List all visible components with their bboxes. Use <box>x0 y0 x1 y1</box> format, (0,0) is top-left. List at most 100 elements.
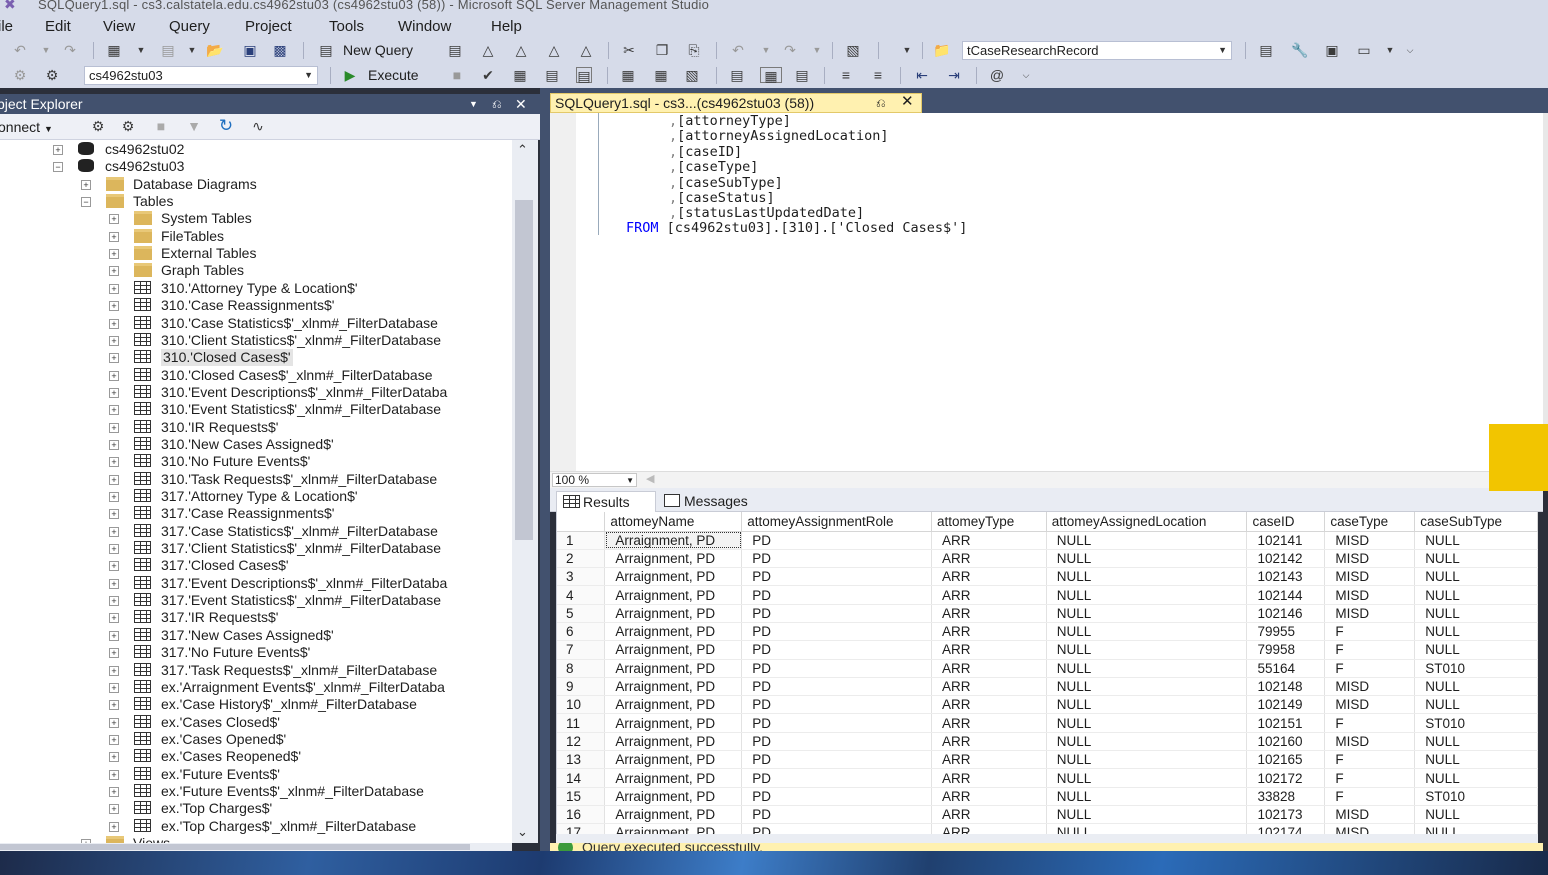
tree-node[interactable]: + ex.'Cases Reopened$' <box>0 748 512 765</box>
query-editor[interactable]: ,[attorneyType] ,[attorneyAssignedLocatio… <box>550 113 1543 471</box>
expand-icon[interactable]: + <box>109 752 119 763</box>
column-header[interactable]: caseType <box>1324 512 1416 532</box>
new-query-button[interactable]: New Query <box>343 42 413 58</box>
grid-cell[interactable]: NULL <box>1046 549 1248 569</box>
menu-project[interactable]: Project <box>245 18 292 35</box>
tree-node[interactable]: +317.'Event Descriptions$'_xlnm#_FilterD… <box>0 575 512 592</box>
grid-cell[interactable]: ST010 <box>1414 787 1538 806</box>
grid-cell[interactable]: 102141 <box>1246 531 1326 550</box>
expand-icon[interactable]: + <box>109 648 119 659</box>
grid-cell[interactable]: ARR <box>931 567 1047 587</box>
tree-node[interactable]: +317.'Task Requests$'_xlnm#_FilterDataba… <box>0 662 512 679</box>
grid-cell[interactable]: 102160 <box>1246 732 1326 752</box>
tree-node[interactable]: + Database Diagrams <box>0 176 512 193</box>
customize-toolbar-icon[interactable]: ⌵ <box>1018 67 1034 83</box>
grid-cell[interactable]: NULL <box>1046 531 1248 550</box>
grid-cell[interactable]: NULL <box>1414 823 1538 834</box>
tree-node[interactable]: +310.'New Cases Assigned$' <box>0 436 512 453</box>
tab-results[interactable]: Results <box>556 491 656 512</box>
expand-icon[interactable]: + <box>109 804 119 815</box>
column-header[interactable]: attomeyAssignedLocation <box>1046 512 1248 532</box>
grid-cell[interactable]: F <box>1324 768 1416 788</box>
new-query-icon[interactable]: ▤ <box>318 42 334 58</box>
decrease-indent-icon[interactable]: ⇤ <box>914 67 930 83</box>
open-file-icon[interactable]: 📂 <box>206 42 223 58</box>
expand-icon[interactable]: + <box>109 335 119 346</box>
row-number[interactable]: 4 <box>557 585 606 605</box>
grid-cell[interactable]: 102148 <box>1246 677 1326 697</box>
expand-icon[interactable]: + <box>109 561 119 572</box>
redo-icon[interactable]: ↷ <box>782 42 798 58</box>
grid-cell[interactable]: NULL <box>1046 750 1248 770</box>
forward-icon[interactable]: ↷ <box>62 42 78 58</box>
grid-cell[interactable]: PD <box>741 823 932 834</box>
grid-cell[interactable]: Arraignment, PD <box>604 732 743 752</box>
expand-icon[interactable]: + <box>109 474 119 485</box>
table-row[interactable]: 1 Arraignment, PD PD ARR NULL 102141 MISD NULL <box>557 531 1538 550</box>
expand-icon[interactable]: + <box>109 318 119 329</box>
grid-cell[interactable]: MISD <box>1324 549 1416 569</box>
stop-icon[interactable]: ■ <box>153 118 169 134</box>
grid-cell[interactable]: F <box>1324 640 1416 660</box>
grid-cell[interactable]: PD <box>741 531 932 550</box>
grid-cell[interactable]: Arraignment, PD <box>604 585 743 605</box>
grid-cell[interactable]: MISD <box>1324 585 1416 605</box>
expand-icon[interactable]: + <box>109 266 119 277</box>
menu-window[interactable]: Window <box>398 18 451 35</box>
grid-cell[interactable]: F <box>1324 713 1416 733</box>
tree-node[interactable]: +310.'Task Requests$'_xlnm#_FilterDataba… <box>0 471 512 488</box>
grid-cell[interactable]: 102151 <box>1246 713 1326 733</box>
uncomment-lines-icon[interactable]: ≡ <box>870 67 886 83</box>
redo-dropdown-icon[interactable]: ▼ <box>809 42 825 58</box>
grid-cell[interactable]: ARR <box>931 622 1047 642</box>
execute-button[interactable]: Execute <box>368 67 419 83</box>
expand-icon[interactable]: + <box>109 682 119 693</box>
expand-icon[interactable]: + <box>109 231 119 242</box>
tree-node[interactable]: +310.'Event Descriptions$'_xlnm#_FilterD… <box>0 384 512 401</box>
specify-template-parameters-icon[interactable]: @ <box>989 67 1005 83</box>
column-header[interactable]: attomeyType <box>931 512 1047 532</box>
grid-cell[interactable]: F <box>1324 750 1416 770</box>
tree-node[interactable]: + ex.'Future Events$'_xlnm#_FilterDatabas… <box>0 783 512 800</box>
grid-cell[interactable]: Arraignment, PD <box>604 805 743 825</box>
new-project-dropdown-icon[interactable]: ▼ <box>133 42 149 58</box>
grid-cell[interactable]: 102142 <box>1246 549 1326 569</box>
tree-node[interactable]: + Graph Tables <box>0 262 512 279</box>
grid-cell[interactable]: PD <box>741 768 932 788</box>
grid-cell[interactable]: PD <box>741 805 932 825</box>
grid-cell[interactable]: ST010 <box>1414 659 1538 678</box>
connect-plug-icon[interactable]: ⚙ <box>12 67 28 83</box>
table-row[interactable]: 5 Arraignment, PD PD ARR NULL 102146 MISD NULL <box>557 604 1538 623</box>
live-query-stats-icon[interactable]: ▦ <box>653 67 669 83</box>
grid-cell[interactable]: NULL <box>1046 732 1248 752</box>
grid-cell[interactable]: Arraignment, PD <box>604 622 743 642</box>
row-number[interactable]: 11 <box>557 713 606 733</box>
grid-cell[interactable]: 79955 <box>1246 622 1326 642</box>
tree-node[interactable]: +317.'No Future Events$' <box>0 644 512 661</box>
disconnect-icon[interactable]: ⚙ <box>120 118 136 134</box>
expand-icon[interactable]: + <box>109 214 119 225</box>
pin-icon[interactable]: ⎌ <box>492 94 502 114</box>
row-number[interactable]: 16 <box>557 805 606 825</box>
save-icon[interactable]: ▣ <box>242 42 258 58</box>
row-number[interactable]: 3 <box>557 567 606 587</box>
table-row[interactable]: 14 Arraignment, PD PD ARR NULL 102172 F NULL <box>557 768 1538 788</box>
scroll-up-icon[interactable]: ⌃ <box>517 142 528 158</box>
window-position-dropdown-icon[interactable]: ▼ <box>469 94 478 114</box>
tree-node[interactable]: +317.'Client Statistics$'_xlnm#_FilterDa… <box>0 540 512 557</box>
expand-icon[interactable]: + <box>109 283 119 294</box>
expand-icon[interactable]: + <box>109 405 119 416</box>
close-icon[interactable]: ✕ <box>901 93 914 111</box>
tab-sqlquery1[interactable]: SQLQuery1.sql - cs3...(cs4962stu03 (58))… <box>550 93 922 113</box>
tree-node[interactable]: + System Tables <box>0 210 512 227</box>
grid-cell[interactable]: ARR <box>931 677 1047 697</box>
output-window-icon[interactable]: ▭ <box>1356 42 1372 58</box>
row-number[interactable]: 5 <box>557 604 606 623</box>
row-number[interactable]: 6 <box>557 622 606 642</box>
tree-node[interactable]: + ex.'Cases Opened$' <box>0 731 512 748</box>
expand-icon[interactable]: + <box>53 145 63 155</box>
tree-node[interactable]: +Views <box>0 835 512 843</box>
expand-icon[interactable]: + <box>109 387 119 398</box>
grid-cell[interactable]: ARR <box>931 713 1047 733</box>
grid-cell[interactable]: PD <box>741 622 932 642</box>
